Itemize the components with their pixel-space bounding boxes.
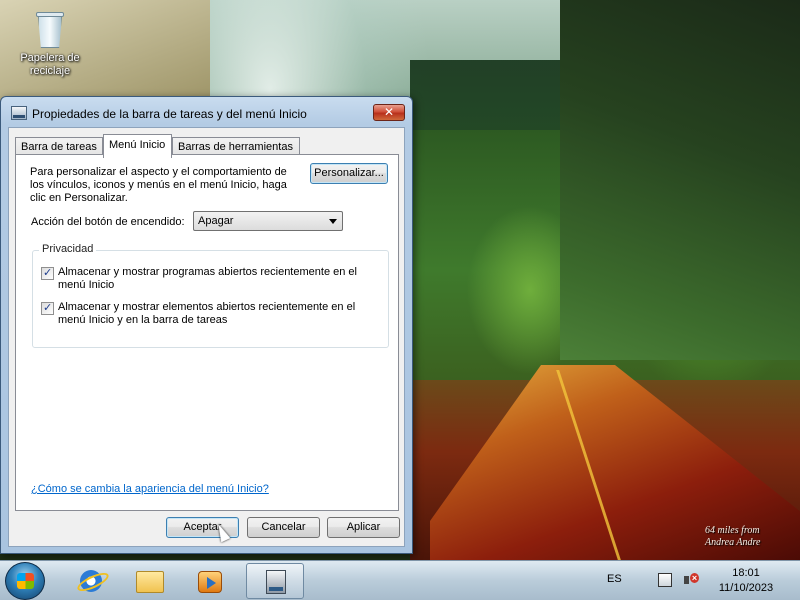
- internet-explorer-icon: [80, 570, 102, 592]
- taskbar-properties-dialog: Propiedades de la barra de tareas y del …: [0, 96, 413, 554]
- system-clock[interactable]: 18:01 11/10/2023: [706, 566, 786, 596]
- chevron-down-icon: [329, 219, 337, 224]
- taskbar: ES 18:01 11/10/2023: [0, 560, 800, 600]
- windows-explorer-icon: [136, 571, 164, 593]
- checkmark-icon: ✓: [43, 267, 53, 279]
- taskbar-button-taskbar-properties[interactable]: [246, 563, 304, 599]
- window-title: Propiedades de la barra de tareas y del …: [32, 107, 307, 121]
- recent-items-checkbox[interactable]: ✓: [41, 302, 54, 315]
- power-button-action-select[interactable]: Apagar: [193, 211, 343, 231]
- recent-programs-checkbox[interactable]: ✓: [41, 267, 54, 280]
- recent-programs-label: Almacenar y mostrar programas abiertos r…: [58, 266, 357, 291]
- taskbar-properties-icon: [11, 106, 27, 120]
- privacy-group: Privacidad ✓ Almacenar y mostrar program…: [32, 243, 389, 348]
- taskbar-properties-icon: [266, 570, 286, 594]
- power-button-label: Acción del botón de encendido:: [31, 216, 185, 228]
- checkmark-icon: ✓: [43, 302, 53, 314]
- language-indicator[interactable]: ES: [607, 573, 622, 585]
- desktop-icon-recycle-bin[interactable]: Papelera de reciclaje: [14, 6, 86, 90]
- volume-muted-icon[interactable]: [684, 573, 699, 587]
- recycle-bin-icon: [34, 10, 66, 48]
- description-text: Para personalizar el aspecto y el compor…: [30, 166, 287, 204]
- power-button-action-value: Apagar: [198, 215, 234, 227]
- help-link[interactable]: ¿Cómo se cambia la apariencia del menú I…: [31, 483, 269, 495]
- apply-button[interactable]: Aplicar: [327, 517, 400, 538]
- taskbar-button-internet-explorer[interactable]: [62, 563, 118, 599]
- wallpaper-signature: 64 miles from Andrea Andre: [705, 525, 761, 548]
- clock-date: 11/10/2023: [718, 582, 774, 594]
- dialog-client-area: Barra de tareas Menú Inicio Barras de he…: [8, 127, 405, 547]
- close-button[interactable]: ✕: [373, 104, 405, 121]
- tab-start-menu[interactable]: Menú Inicio: [103, 134, 172, 158]
- network-icon[interactable]: [658, 573, 672, 587]
- wallpaper-cliff: [560, 0, 800, 360]
- tab-panel-start-menu: Para personalizar el aspecto y el compor…: [15, 154, 399, 511]
- privacy-group-title: Privacidad: [39, 243, 97, 255]
- customize-button[interactable]: Personalizar...: [310, 163, 388, 184]
- cancel-button[interactable]: Cancelar: [247, 517, 320, 538]
- desktop-icon-label: Papelera de reciclaje: [20, 52, 80, 77]
- windows-media-player-icon: [198, 571, 222, 593]
- clock-time: 18:01: [732, 567, 760, 579]
- title-bar[interactable]: Propiedades de la barra de tareas y del …: [1, 97, 412, 127]
- recent-items-label: Almacenar y mostrar elementos abiertos r…: [58, 301, 356, 326]
- taskbar-button-windows-explorer[interactable]: [122, 563, 178, 599]
- taskbar-button-media-player[interactable]: [182, 563, 238, 599]
- start-button[interactable]: [5, 562, 45, 600]
